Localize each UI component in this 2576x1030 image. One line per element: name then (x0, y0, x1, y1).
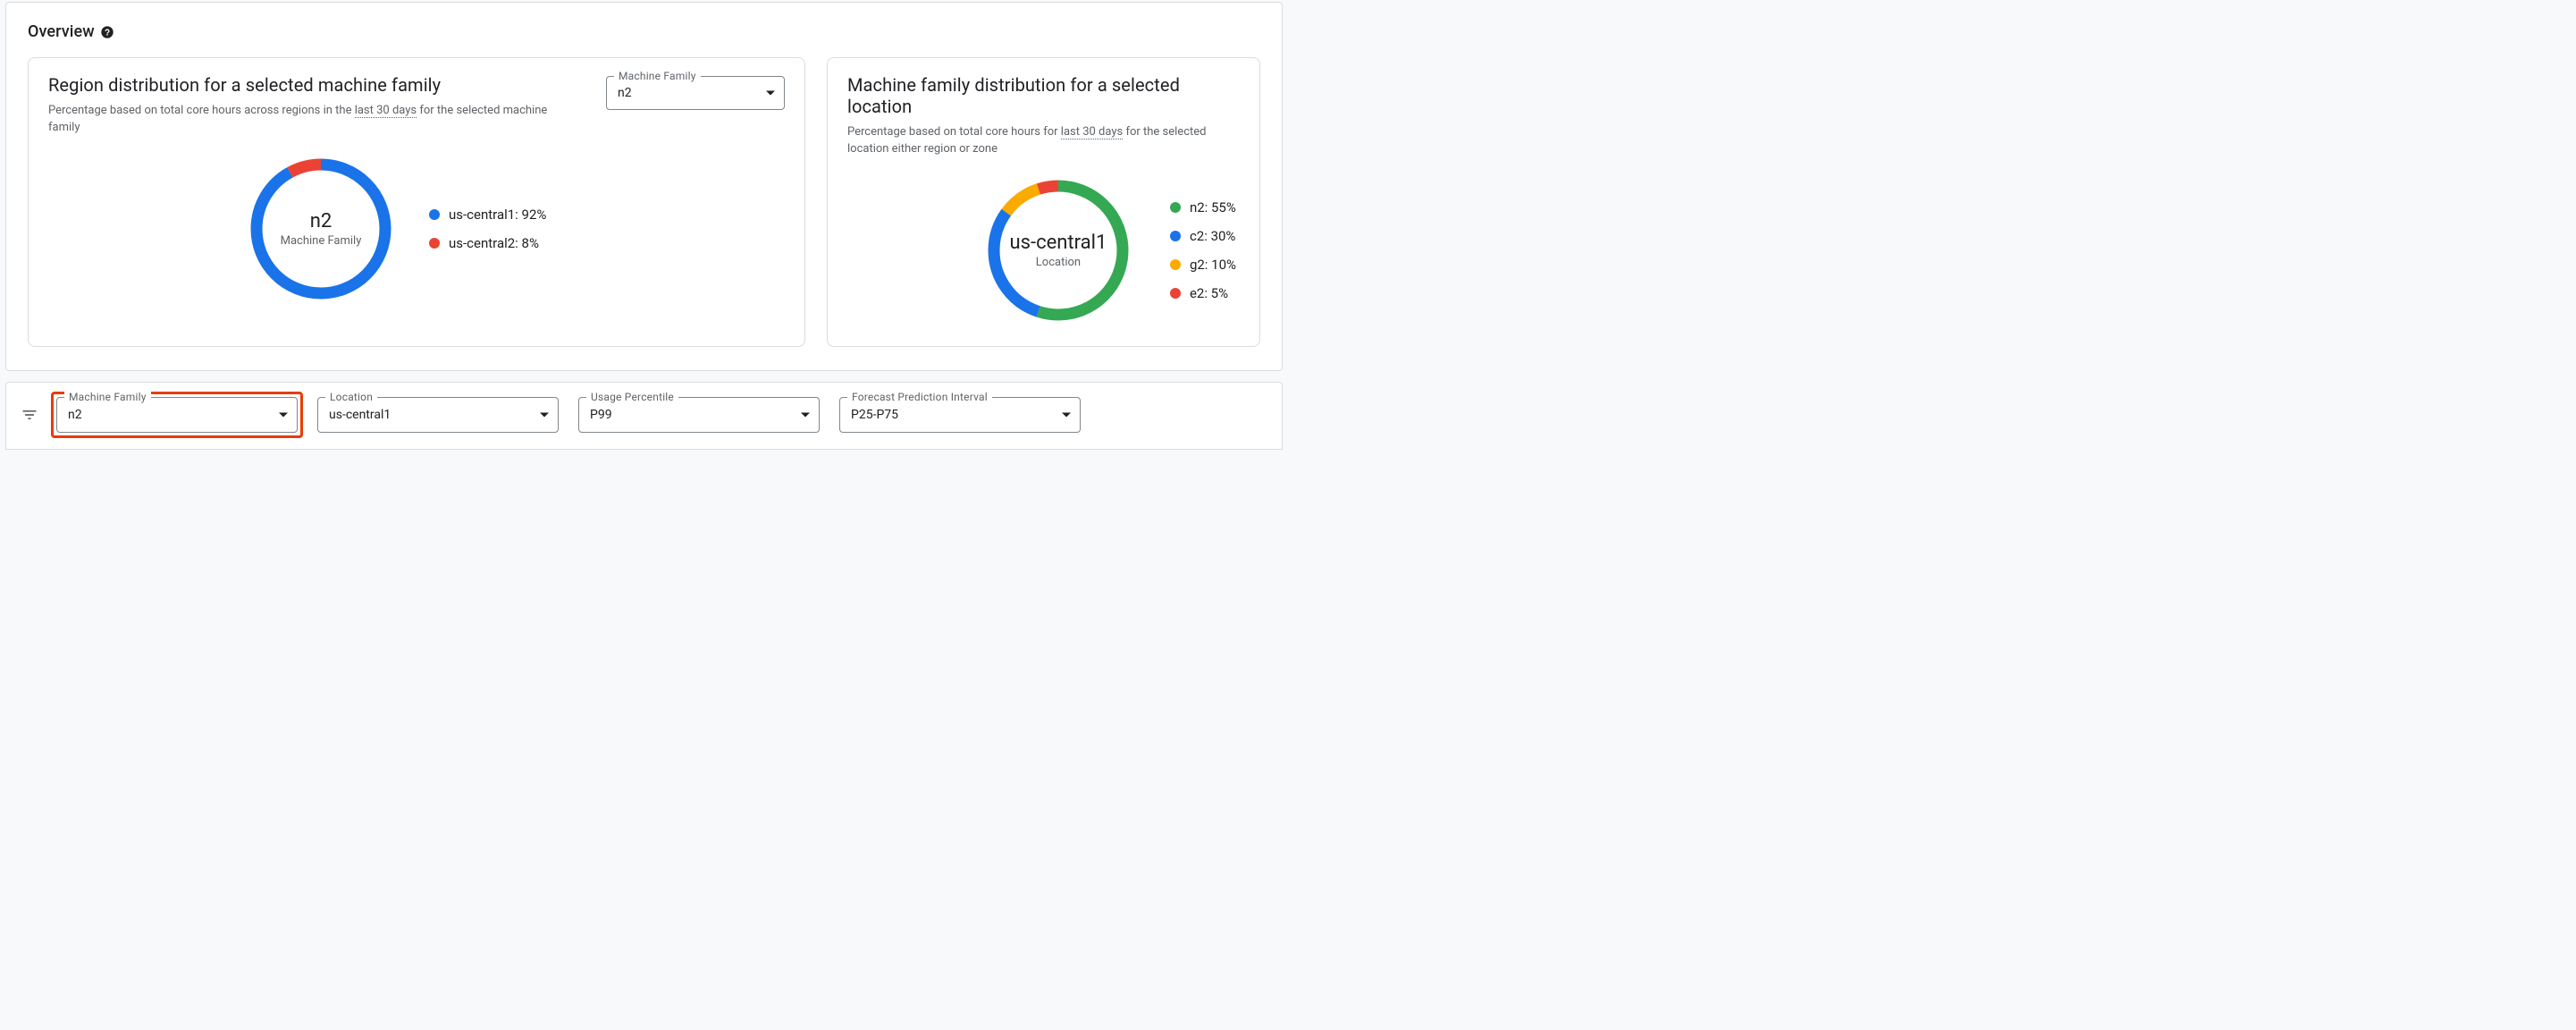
overview-header: Overview (28, 22, 1260, 41)
cards-row: Region distribution for a selected machi… (28, 57, 1260, 347)
legend-dot-icon (429, 238, 440, 249)
legend-item: n2: 55% (1170, 199, 1236, 215)
select-value: P99 (590, 408, 612, 422)
family-donut-chart: us-central1 Location (982, 174, 1134, 326)
chevron-down-icon (540, 412, 549, 417)
legend-item: c2: 30% (1170, 228, 1236, 244)
region-distribution-card: Region distribution for a selected machi… (28, 57, 805, 347)
select-label: Forecast Prediction Interval (847, 391, 992, 403)
family-card-subtitle: Percentage based on total core hours for… (847, 124, 1240, 158)
region-donut-chart: n2 Machine Family (245, 153, 397, 305)
overview-panel: Overview Region distribution for a selec… (5, 2, 1283, 371)
legend-item: g2: 10% (1170, 257, 1236, 273)
legend-item: us-central1: 92% (429, 207, 546, 223)
chevron-down-icon (279, 412, 288, 417)
last-30-days-link[interactable]: last 30 days (355, 104, 417, 118)
chevron-down-icon (801, 412, 810, 417)
select-label: Machine Family (614, 70, 701, 82)
select-label: Machine Family (64, 391, 151, 403)
family-legend: n2: 55% c2: 30% g2: 10% e2: 5% (1170, 199, 1236, 301)
legend-dot-icon (429, 209, 440, 220)
select-value: P25-P75 (851, 408, 898, 422)
chevron-down-icon (766, 91, 775, 96)
machine-family-select[interactable]: Machine Family n2 (56, 397, 298, 433)
legend-item: us-central2: 8% (429, 235, 546, 251)
overview-title: Overview (28, 22, 95, 41)
filter-icon[interactable] (19, 404, 40, 426)
family-card-title: Machine family distribution for a select… (847, 74, 1240, 117)
family-chart-area: us-central1 Location n2: 55% c2: 30% (847, 174, 1236, 326)
legend-dot-icon (1170, 231, 1181, 241)
select-label: Usage Percentile (586, 391, 678, 403)
chevron-down-icon (1062, 412, 1071, 417)
legend-dot-icon (1170, 288, 1181, 299)
region-card-subtitle: Percentage based on total core hours acr… (48, 103, 567, 137)
machine-family-select-card[interactable]: Machine Family n2 (606, 76, 785, 110)
legend-dot-icon (1170, 259, 1181, 270)
select-value: n2 (618, 86, 632, 100)
location-select[interactable]: Location us-central1 (317, 397, 559, 433)
forecast-interval-select[interactable]: Forecast Prediction Interval P25-P75 (839, 397, 1081, 433)
select-value: us-central1 (329, 408, 391, 422)
machine-family-highlight: Machine Family n2 (51, 392, 303, 438)
last-30-days-link[interactable]: last 30 days (1061, 125, 1123, 139)
region-chart-area: n2 Machine Family us-central1: 92% us-ce… (245, 153, 785, 305)
family-distribution-card: Machine family distribution for a select… (827, 57, 1260, 347)
region-card-title: Region distribution for a selected machi… (48, 74, 567, 96)
help-icon[interactable] (100, 25, 114, 39)
region-legend: us-central1: 92% us-central2: 8% (429, 207, 546, 251)
legend-dot-icon (1170, 202, 1181, 213)
legend-item: e2: 5% (1170, 285, 1236, 301)
usage-percentile-select[interactable]: Usage Percentile P99 (578, 397, 820, 433)
select-label: Location (325, 391, 377, 403)
filter-bar: Machine Family n2 Location us-central1 U… (5, 382, 1283, 450)
select-value: n2 (68, 408, 82, 422)
